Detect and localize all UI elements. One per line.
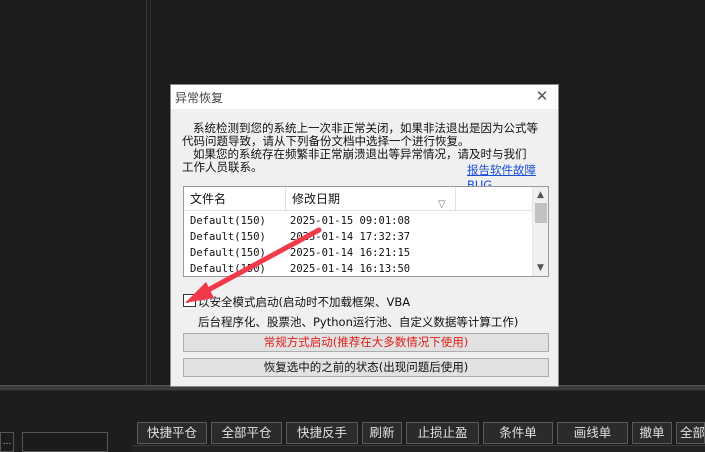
cancel-order-button[interactable]: 撤单 bbox=[632, 422, 672, 444]
dialog-title: 异常恢复 bbox=[175, 91, 224, 105]
message-line-4: 工作人员联系。 bbox=[182, 160, 263, 174]
panel-divider[interactable] bbox=[146, 0, 147, 385]
safe-mode-description: 后台程序化、股票池、Python运行池、自定义数据等计算工作) bbox=[198, 315, 519, 329]
file-name: Default(150) bbox=[190, 231, 266, 243]
safe-mode-checkbox[interactable]: ✓ bbox=[183, 294, 196, 307]
close-icon[interactable]: ✕ bbox=[534, 88, 550, 104]
list-item[interactable]: Default(150) 2025-01-14 16:13:50 bbox=[184, 261, 533, 276]
refresh-button[interactable]: 刷新 bbox=[362, 422, 402, 444]
file-list-header: 文件名 修改日期 ▽ bbox=[184, 187, 533, 211]
backup-file-list[interactable]: 文件名 修改日期 ▽ Default(150) 2025-01-15 09:01… bbox=[183, 186, 549, 277]
file-date: 2025-01-14 16:21:15 bbox=[290, 247, 411, 259]
close-all-button[interactable]: 全部平仓 bbox=[211, 422, 282, 444]
safe-mode-label: 以安全模式启动(启动时不加载框架、VBA bbox=[198, 295, 411, 309]
stop-loss-profit-button[interactable]: 止损止盈 bbox=[406, 422, 479, 444]
line-order-button[interactable]: 画线单 bbox=[557, 422, 628, 444]
file-name: Default(150) bbox=[190, 263, 266, 275]
scroll-up-icon[interactable]: ▲ bbox=[533, 188, 548, 202]
list-item[interactable]: Default(150) 2025-01-14 17:32:37 bbox=[184, 229, 533, 245]
quick-reverse-button[interactable]: 快捷反手 bbox=[286, 422, 358, 444]
panel-menu-box[interactable]: ... bbox=[0, 432, 14, 452]
file-name: Default(150) bbox=[190, 215, 266, 227]
file-date: 2025-01-14 17:32:37 bbox=[290, 231, 411, 243]
positions-table-header bbox=[132, 445, 705, 452]
column-header-modified[interactable]: 修改日期 ▽ bbox=[286, 187, 456, 211]
account-select[interactable] bbox=[22, 432, 108, 452]
restore-state-button[interactable]: 恢复选中的之前的状态(出现问题后使用) bbox=[183, 358, 549, 377]
recovery-dialog: 异常恢复 ✕ 系统检测到您的系统上一次非正常关闭，如果非法退出是因为公式等 代码… bbox=[170, 84, 559, 387]
normal-start-button[interactable]: 常规方式启动(推荐在大多数情况下使用) bbox=[183, 333, 549, 352]
panel-divider-secondary bbox=[150, 0, 151, 385]
list-item[interactable]: Default(150) 2025-01-15 09:01:08 bbox=[184, 213, 533, 229]
cancel-all-button[interactable]: 全部撤单 bbox=[676, 422, 705, 444]
conditional-order-button[interactable]: 条件单 bbox=[483, 422, 553, 444]
scroll-down-icon[interactable]: ▼ bbox=[533, 261, 548, 275]
scrollbar-thumb[interactable] bbox=[535, 203, 547, 223]
column-header-filename[interactable]: 文件名 bbox=[184, 187, 286, 211]
file-date: 2025-01-14 16:13:50 bbox=[290, 263, 411, 275]
column-header-empty bbox=[456, 187, 533, 211]
file-name: Default(150) bbox=[190, 247, 266, 259]
column-header-modified-label: 修改日期 bbox=[292, 192, 341, 206]
list-item[interactable]: Default(150) 2025-01-14 16:21:15 bbox=[184, 245, 533, 261]
quick-close-button[interactable]: 快捷平仓 bbox=[137, 422, 207, 444]
dialog-titlebar[interactable]: 异常恢复 ✕ bbox=[171, 85, 558, 109]
file-list-scrollbar[interactable]: ▲ ▼ bbox=[532, 187, 548, 276]
file-date: 2025-01-15 09:01:08 bbox=[290, 215, 411, 227]
